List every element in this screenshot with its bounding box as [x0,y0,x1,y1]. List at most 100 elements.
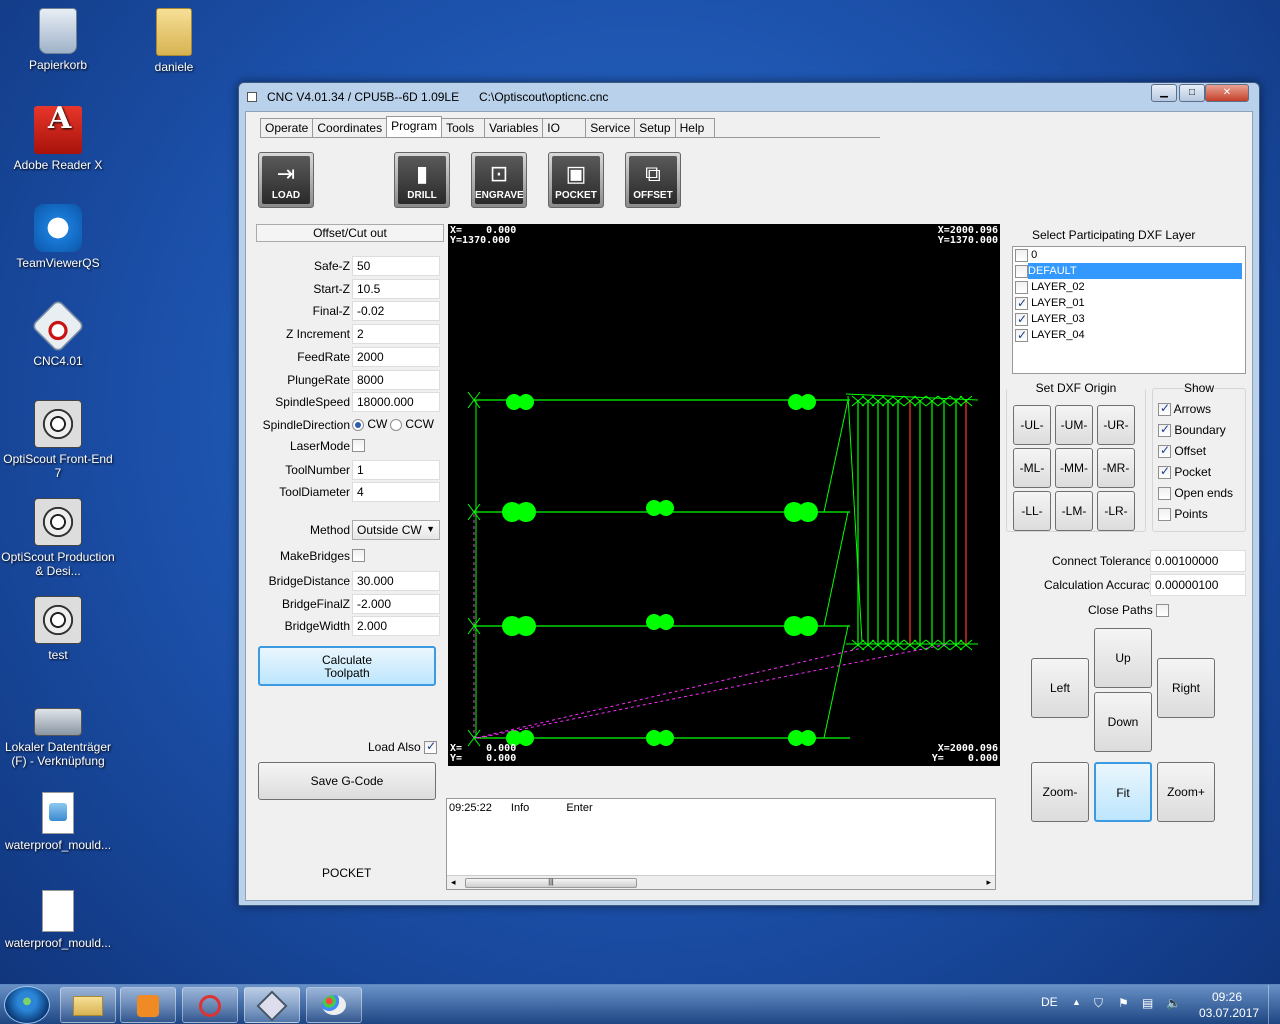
show-boundary-checkbox[interactable] [1158,422,1171,438]
tab-coordinates[interactable]: Coordinates [312,118,388,138]
layer-item[interactable]: LAYER_04 [1013,327,1245,343]
show-points-checkbox[interactable] [1158,508,1171,522]
tab-io[interactable]: IO [542,118,587,138]
desktop-icon-cnc[interactable]: CNC4.01 [0,298,116,368]
layer-checkbox[interactable] [1015,327,1028,343]
layer-checkbox[interactable] [1015,280,1028,294]
zoom-fit-button[interactable]: Fit [1094,762,1152,822]
taskbar-cnc[interactable] [244,987,300,1023]
taskbar-explorer[interactable] [60,987,116,1023]
final-z-input[interactable]: -0.02 [352,301,440,321]
show-offset-row[interactable]: Offset [1158,443,1206,459]
pan-left-button[interactable]: Left [1031,658,1089,718]
origin-ml-button[interactable]: -ML- [1013,448,1051,488]
origin-ur-button[interactable]: -UR- [1097,405,1135,445]
show-open-ends-checkbox[interactable] [1158,487,1171,501]
engrave-button[interactable]: ⊡ ENGRAVE [471,152,527,208]
desktop-icon-waterproof-1[interactable]: waterproof_mould... [0,792,116,852]
tab-program[interactable]: Program [386,116,443,138]
load-button[interactable]: ⇥ LOAD [258,152,314,208]
dxf-layer-list[interactable]: 0 DEFAULT LAYER_02 LAYER_01 LAYER_03 LAY… [1012,246,1246,374]
offset-button[interactable]: ⧉ OFFSET [625,152,681,208]
make-bridges-checkbox[interactable] [352,549,365,562]
layer-item[interactable]: LAYER_03 [1013,311,1245,327]
layer-checkbox[interactable] [1015,264,1028,278]
layer-item[interactable]: LAYER_01 [1013,295,1245,311]
method-select[interactable]: Outside CW [352,520,440,540]
clock-date[interactable]: 03.07.2017 [1199,1006,1259,1020]
pan-up-button[interactable]: Up [1094,628,1152,688]
desktop-icon-teamviewer[interactable]: TeamViewerQS [0,204,116,270]
message-log[interactable]: 09:25:22 Info Enter ◂ ||| ▸ [446,798,996,890]
toolpath-canvas[interactable]: X= 0.000 Y=1370.000 X=2000.096 Y=1370.00… [448,224,1000,766]
z-increment-input[interactable]: 2 [352,324,440,344]
tool-number-input[interactable]: 1 [352,460,440,480]
calculate-toolpath-button[interactable]: Calculate Toolpath [258,646,436,686]
bridge-width-input[interactable]: 2.000 [352,616,440,636]
layer-checkbox[interactable] [1015,311,1028,327]
start-button[interactable] [4,986,50,1024]
bridge-distance-input[interactable]: 30.000 [352,571,440,591]
origin-um-button[interactable]: -UM- [1055,405,1093,445]
tab-tools[interactable]: Tools [441,118,486,138]
start-z-input[interactable]: 10.5 [352,279,440,299]
pocket-button[interactable]: ▣ POCKET [548,152,604,208]
maximize-button[interactable]: □ [1179,84,1205,102]
scrollbar-thumb[interactable]: ||| [465,878,637,888]
tab-service[interactable]: Service [585,118,636,138]
load-also-checkbox[interactable] [424,739,438,755]
scroll-left-arrow-icon[interactable]: ◂ [451,877,456,888]
show-pocket-checkbox[interactable] [1158,464,1171,480]
close-paths-checkbox[interactable] [1156,604,1170,618]
save-gcode-button[interactable]: Save G-Code [258,762,436,800]
desktop-icon-optiscout-frontend[interactable]: OptiScout Front-End 7 [0,400,116,480]
spindle-speed-input[interactable]: 18000.000 [352,392,440,412]
log-horizontal-scrollbar[interactable]: ◂ ||| ▸ [447,875,995,889]
drill-button[interactable]: ▮ DRILL [394,152,450,208]
show-desktop-button[interactable] [1268,985,1280,1024]
show-offset-checkbox[interactable] [1158,443,1171,459]
tray-power-icon[interactable]: ▤ [1142,996,1153,1010]
cw-radio-group[interactable]: CW [352,417,387,431]
layer-checkbox[interactable] [1015,248,1028,262]
title-bar[interactable]: CNC V4.01.34 / CPU5B--6D 1.09LE C:\Optis… [239,83,1259,111]
tray-expand-icon[interactable]: ▲ [1072,997,1081,1007]
plungerate-input[interactable]: 8000 [352,370,440,390]
cw-radio[interactable] [352,418,364,431]
tab-setup[interactable]: Setup [634,118,676,138]
laser-mode-checkbox[interactable] [352,439,365,452]
pan-right-button[interactable]: Right [1157,658,1215,718]
show-arrows-row[interactable]: Arrows [1158,401,1211,417]
desktop-icon-folder-daniele[interactable]: daniele [116,8,232,74]
origin-mr-button[interactable]: -MR- [1097,448,1135,488]
taskbar-snipping[interactable] [182,987,238,1023]
clock-time[interactable]: 09:26 [1212,990,1242,1004]
desktop-icon-test[interactable]: test [0,596,116,662]
ccw-radio-group[interactable]: CCW [390,417,434,431]
show-pocket-row[interactable]: Pocket [1158,464,1211,480]
tab-variables[interactable]: Variables [484,118,544,138]
taskbar-paint[interactable] [306,987,362,1023]
zoom-out-button[interactable]: Zoom- [1031,762,1089,822]
tray-flag-icon[interactable]: ⚑ [1118,996,1129,1010]
desktop-icon-adobe-reader[interactable]: Adobe Reader X [0,106,116,172]
tray-network-icon[interactable]: ⛉ [1094,996,1103,1011]
safe-z-input[interactable]: 50 [352,256,440,276]
origin-mm-button[interactable]: -MM- [1055,448,1093,488]
show-points-row[interactable]: Points [1158,507,1208,522]
tab-help[interactable]: Help [674,118,715,138]
origin-lm-button[interactable]: -LM- [1055,491,1093,531]
origin-ul-button[interactable]: -UL- [1013,405,1051,445]
tool-diameter-input[interactable]: 4 [352,482,440,502]
desktop-icon-recycle-bin[interactable]: Papierkorb [0,8,116,72]
show-boundary-row[interactable]: Boundary [1158,422,1226,438]
calculation-accuracy-input[interactable]: 0.00000100 [1150,574,1246,596]
layer-checkbox[interactable] [1015,295,1028,311]
pan-down-button[interactable]: Down [1094,692,1152,752]
show-open-ends-row[interactable]: Open ends [1158,486,1233,501]
tray-volume-icon[interactable]: 🔈 [1166,996,1181,1010]
desktop-icon-waterproof-2[interactable]: waterproof_mould... [0,890,116,950]
ccw-radio[interactable] [390,418,402,431]
origin-lr-button[interactable]: -LR- [1097,491,1135,531]
desktop-icon-optiscout-production[interactable]: OptiScout Production & Desi... [0,498,116,578]
